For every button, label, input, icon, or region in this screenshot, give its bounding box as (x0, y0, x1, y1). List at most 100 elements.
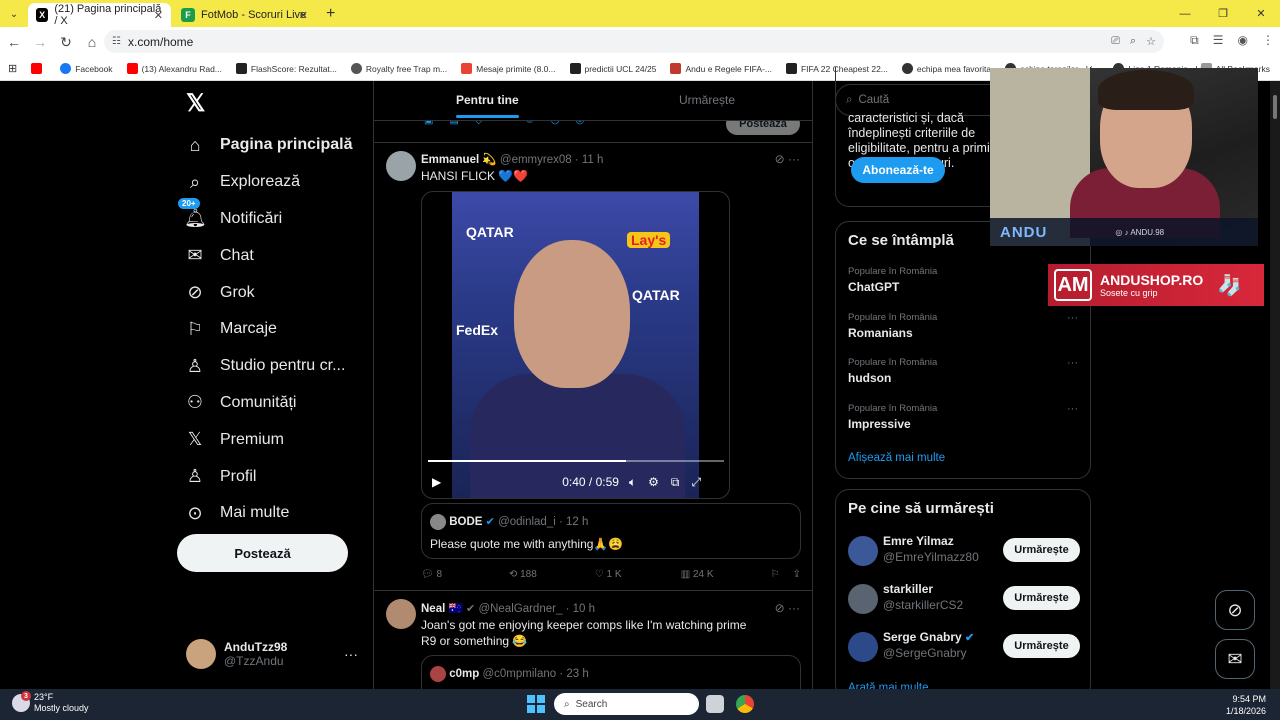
chrome-icon[interactable] (736, 695, 754, 713)
windows-start-icon[interactable] (527, 695, 545, 713)
reply-button[interactable]: 💬︎ 8 (421, 569, 509, 580)
apps-icon[interactable]: ⊞ (8, 62, 17, 75)
tweet-time[interactable]: 11 h (582, 154, 604, 166)
follow-button[interactable]: Urmărește (1003, 586, 1080, 610)
bookmark-facebook[interactable]: Facebook (60, 63, 113, 74)
tweet-time[interactable]: 10 h (573, 603, 595, 615)
nav-item-explore[interactable]: ⌕ Explorează (176, 164, 352, 201)
volume-icon[interactable]: 🔈︎ (629, 475, 636, 490)
menu-icon[interactable]: ⋮ (1262, 33, 1274, 48)
task-view-icon[interactable] (706, 695, 724, 713)
nav-item-premium[interactable]: 𝕏 Premium (176, 421, 352, 458)
tweet-video[interactable]: QATAR Lay's FedEx QATAR ▶ 0:40 / 0:59 🔈︎… (421, 191, 730, 499)
tab-fotmob[interactable]: F FotMob - Scoruri Live ✕ (173, 3, 316, 27)
maximize-button[interactable]: ❐ (1204, 0, 1242, 27)
tweet-more-icon[interactable]: ⊘ ··· (775, 601, 800, 615)
star-icon[interactable]: ☆ (1146, 35, 1156, 48)
bookmark-youtube[interactable] (31, 63, 46, 74)
author-handle[interactable]: @NealGardner_ (478, 603, 562, 615)
tweet-more-icon[interactable]: ⊘ ··· (775, 152, 800, 166)
tweet[interactable]: Emmanuel 💫 @emmyrex08 · 11 h ⊘ ··· HANSI… (374, 143, 812, 591)
bookmark-icon[interactable]: ⚐ (771, 569, 793, 580)
nav-item-more[interactable]: ⊙ Mai multe (176, 495, 352, 532)
trend-item[interactable]: Populare în România hudson ··· (848, 357, 1078, 385)
bookmark-andu[interactable]: Andu e Regele FIFA-... (670, 63, 772, 74)
forward-button[interactable]: → (28, 34, 52, 50)
follow-button[interactable]: Urmărește (1003, 538, 1080, 562)
settings-icon[interactable]: ⚙ (648, 475, 659, 489)
like-button[interactable]: ♡ 1 K (595, 569, 681, 580)
install-icon[interactable]: ⎚ (1111, 35, 1120, 48)
messages-fab-icon[interactable]: ✉ (1215, 639, 1255, 679)
trend-item[interactable]: Populare în România Impressive ··· (848, 403, 1078, 431)
page-scrollbar[interactable] (1270, 81, 1280, 689)
nav-item-notifications[interactable]: 🔔︎ 20+ Notificări (176, 198, 352, 238)
author-name[interactable]: Emmanuel (421, 154, 479, 166)
home-button[interactable]: ⌂ (80, 34, 104, 50)
profile-icon[interactable]: ◉ (1238, 33, 1248, 48)
omnibox[interactable]: ☷ x.com/home ⎚ ⌕ ☆ (104, 30, 1164, 53)
reading-list-icon[interactable]: ☰ (1213, 33, 1224, 48)
more-icon[interactable]: ··· (1067, 403, 1078, 415)
close-window-button[interactable]: ✕ (1242, 0, 1280, 27)
video-progress[interactable] (428, 460, 724, 462)
avatar[interactable] (386, 599, 416, 629)
share-icon[interactable]: ⇪ (793, 569, 801, 580)
close-tab-icon[interactable]: ✕ (299, 9, 308, 22)
post-button[interactable]: Postează (177, 534, 348, 572)
weather-widget[interactable]: 3 23°F Mostly cloudy (12, 691, 89, 714)
zoom-icon[interactable]: ⌕ (1130, 35, 1136, 48)
more-icon[interactable]: ··· (1067, 357, 1078, 369)
tweet[interactable]: Neal 🇦🇺 ✔ @NealGardner_ · 10 h ⊘ ··· Joa… (374, 591, 812, 689)
more-icon[interactable]: ··· (1067, 312, 1078, 324)
tab-for-you[interactable]: Pentru tine (456, 93, 519, 118)
follow-suggestion[interactable]: Serge Gnabry ✔ @SergeGnabry Urmărește (848, 630, 1080, 664)
more-icon[interactable]: ··· (344, 646, 358, 662)
fullscreen-icon[interactable]: ⤢ (692, 475, 702, 490)
grok-fab-icon[interactable]: ⊘ (1215, 590, 1255, 630)
account-switcher[interactable]: AnduTzz98 @TzzAndu ··· (186, 639, 358, 669)
back-button[interactable]: ← (2, 34, 26, 50)
bookmark-youtube-2[interactable]: (13) Alexandru Rad... (126, 63, 222, 74)
tab-x-home[interactable]: X (21) Pagina principală / X ✕ (28, 3, 171, 27)
x-logo-icon[interactable]: 𝕏 (186, 89, 205, 118)
scroll-thumb[interactable] (1273, 95, 1277, 119)
nav-item-chat[interactable]: ✉ Chat (176, 237, 352, 274)
new-tab-button[interactable]: + (326, 5, 335, 23)
views-button[interactable]: ▥ 24 K (681, 569, 771, 580)
bookmark-gmail[interactable]: Mesaje primite (8.0... (461, 63, 556, 74)
bookmark-trap[interactable]: Royalty free Trap m... (350, 63, 447, 74)
pip-icon[interactable]: ⧉ (671, 475, 680, 490)
tab-following[interactable]: Urmărește (679, 93, 735, 107)
trend-item[interactable]: Populare în România Romanians ··· (848, 312, 1078, 340)
repost-button[interactable]: ⟲ 188 (509, 569, 595, 580)
taskbar-search[interactable]: ⌕ Search (554, 693, 699, 715)
tab-search-button[interactable]: ⌄ (4, 4, 24, 24)
nav-item-home[interactable]: ⌂ Pagina principală (176, 127, 353, 164)
site-info-icon[interactable]: ☷ (112, 36, 121, 47)
author-handle[interactable]: @emmyrex08 (500, 154, 572, 166)
reload-button[interactable]: ↻ (54, 34, 78, 51)
close-tab-icon[interactable]: ✕ (154, 9, 163, 22)
system-clock[interactable]: 9:54 PM 1/18/2026 (1226, 693, 1266, 717)
nav-item-studio[interactable]: ♙ Studio pentru cr... (176, 348, 352, 385)
follow-suggestion[interactable]: starkiller @starkillerCS2 Urmărește (848, 582, 1080, 616)
minimize-button[interactable]: — (1166, 0, 1204, 27)
nav-item-bookmarks[interactable]: ⚐ Marcaje (176, 311, 352, 348)
play-icon[interactable]: ▶ (432, 475, 441, 489)
nav-item-communities[interactable]: ⚇ Comunități (176, 385, 352, 422)
author-name[interactable]: Neal (421, 603, 445, 615)
bookmark-flashscore[interactable]: FlashScore: Rezultat... (235, 63, 337, 74)
nav-item-profile[interactable]: ♙ Profil (176, 458, 352, 495)
quoted-tweet[interactable]: c0mp @c0mpmilano · 23 h (421, 655, 801, 689)
follow-suggestion[interactable]: Emre Yilmaz @EmreYilmazz80 Urmărește (848, 534, 1080, 568)
show-more-link[interactable]: Afișează mai multe (848, 452, 945, 464)
quoted-tweet[interactable]: BODE ✔ @odinlad_i · 12 h Please quote me… (421, 503, 801, 559)
extensions-icon[interactable]: ⧉ (1190, 33, 1199, 48)
trend-item[interactable]: Populare în România ChatGPT (848, 266, 1078, 294)
nav-item-grok[interactable]: ⊘ Grok (176, 274, 352, 311)
subscribe-button[interactable]: Abonează-te (851, 157, 945, 183)
follow-button[interactable]: Urmărește (1003, 634, 1080, 658)
avatar[interactable] (386, 151, 416, 181)
bookmark-predictii[interactable]: predictii UCL 24/25 (569, 63, 656, 74)
